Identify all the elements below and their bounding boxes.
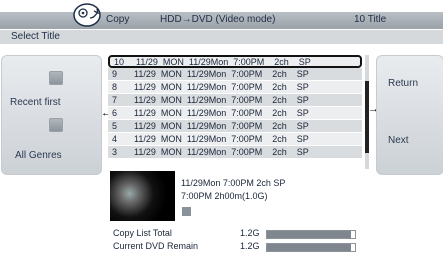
- title-number: 8: [112, 82, 118, 92]
- action-panel: Return Next: [376, 55, 443, 175]
- copy-list-total-fill: [267, 231, 351, 238]
- preview-thumbnail: [110, 171, 175, 221]
- page-subtitle: Select Title: [11, 31, 60, 42]
- scrollbar-thumb[interactable]: [365, 81, 369, 153]
- title-row[interactable]: 9 11/29 MON 11/29Mon 7:00PM 2ch SP: [108, 68, 362, 80]
- copy-list-total-bar: [266, 230, 356, 239]
- dvd-remain-bar: [266, 243, 356, 252]
- title-info: 11/29 MON 11/29Mon 7:00PM 2ch SP: [134, 147, 309, 157]
- title-number: 10: [114, 56, 125, 67]
- preview-line-1: 11/29Mon 7:00PM 2ch SP: [181, 178, 286, 188]
- title-row-selected[interactable]: 10 11/29 MON 11/29Mon 7:00PM 2ch SP: [108, 55, 362, 68]
- return-button[interactable]: Return: [388, 78, 418, 89]
- copy-list-total-value: 1.2G: [240, 228, 260, 238]
- recent-first-button[interactable]: Recent first: [10, 97, 61, 108]
- mode-label: Copy: [106, 14, 130, 25]
- title-count: 10 Title: [354, 14, 387, 25]
- title-number: 9: [112, 69, 118, 79]
- title-info: 11/29 MON 11/29Mon 7:00PM 2ch SP: [134, 134, 309, 144]
- title-info: 11/29 MON 11/29Mon 7:00PM 2ch SP: [134, 108, 309, 118]
- title-preview: 11/29Mon 7:00PM 2ch SP 7:00PM 2h00m(1.0G…: [110, 171, 360, 221]
- title-row[interactable]: 4 11/29 MON 11/29Mon 7:00PM 2ch SP: [108, 133, 362, 145]
- subtitle-bar: Select Title: [0, 30, 443, 44]
- recent-first-icon[interactable]: [49, 71, 63, 85]
- title-row[interactable]: 3 11/29 MON 11/29Mon 7:00PM 2ch SP: [108, 146, 362, 158]
- title-number: 6: [112, 108, 118, 118]
- copy-title-select-screen: Copy HDD→DVD (Video mode) 10 Title Selec…: [0, 0, 443, 257]
- all-genres-icon[interactable]: [49, 118, 63, 132]
- title-info: 11/29 MON 11/29Mon 7:00PM 2ch SP: [134, 82, 309, 92]
- dvd-remain-fill: [267, 244, 351, 251]
- title-info: 11/29 MON 11/29Mon 7:00PM 2ch SP: [134, 69, 309, 79]
- dvd-remain-value: 1.2G: [240, 241, 260, 251]
- title-number: 5: [112, 121, 118, 131]
- title-info: 11/29 MON 11/29Mon 7:00PM 2ch SP: [136, 56, 311, 67]
- title-number: 3: [112, 147, 118, 157]
- title-row[interactable]: 6 11/29 MON 11/29Mon 7:00PM 2ch SP: [108, 107, 362, 119]
- title-list: 10 11/29 MON 11/29Mon 7:00PM 2ch SP 9 11…: [108, 55, 362, 168]
- preview-line-2: 7:00PM 2h00m(1.0G): [181, 191, 268, 201]
- title-row[interactable]: 5 11/29 MON 11/29Mon 7:00PM 2ch SP: [108, 120, 362, 132]
- title-info: 11/29 MON 11/29Mon 7:00PM 2ch SP: [134, 95, 309, 105]
- dvd-remain-label: Current DVD Remain: [113, 241, 199, 251]
- title-number: 7: [112, 95, 118, 105]
- next-button[interactable]: Next: [388, 135, 409, 146]
- title-row[interactable]: 8 11/29 MON 11/29Mon 7:00PM 2ch SP: [108, 81, 362, 93]
- copy-list-total-label: Copy List Total: [113, 228, 172, 238]
- disc-copy-icon: [73, 3, 101, 27]
- preview-protect-icon: [182, 207, 191, 216]
- title-number: 4: [112, 134, 118, 144]
- title-row[interactable]: 7 11/29 MON 11/29Mon 7:00PM 2ch SP: [108, 94, 362, 106]
- path-label: HDD→DVD (Video mode): [160, 14, 276, 25]
- title-info: 11/29 MON 11/29Mon 7:00PM 2ch SP: [134, 121, 309, 131]
- all-genres-button[interactable]: All Genres: [15, 150, 62, 161]
- sort-panel: Recent first All Genres: [1, 55, 102, 175]
